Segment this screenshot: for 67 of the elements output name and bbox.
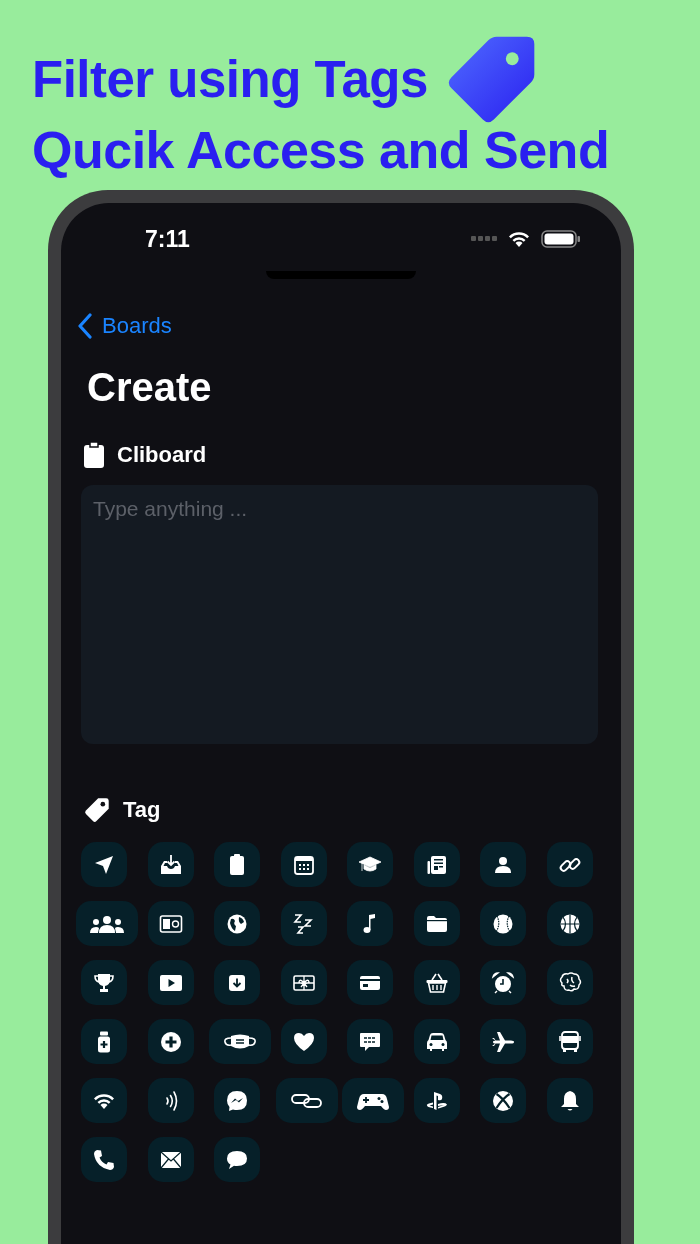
tag-option-button[interactable] — [480, 1078, 526, 1123]
tag-option-button[interactable] — [147, 901, 194, 946]
sleep-icon — [291, 911, 316, 936]
signal-icon — [471, 236, 497, 242]
tag-option-button[interactable] — [413, 842, 460, 887]
tag-option-button[interactable] — [81, 1019, 127, 1064]
tag-option-button[interactable] — [413, 901, 460, 946]
tag-option-button[interactable] — [546, 960, 593, 1005]
tag-option-button[interactable] — [147, 1019, 194, 1064]
brain-icon — [557, 970, 582, 995]
tag-option-button[interactable] — [214, 1137, 260, 1182]
tag-option-button[interactable] — [81, 960, 127, 1005]
tag-option-button[interactable] — [147, 1078, 194, 1123]
chevron-left-icon — [76, 313, 94, 339]
tag-option-button[interactable] — [413, 960, 460, 1005]
tag-option-button[interactable] — [546, 1019, 593, 1064]
phone-icon — [92, 1147, 116, 1172]
plus-circle-icon — [158, 1029, 183, 1054]
tag-option-button[interactable] — [413, 1019, 460, 1064]
tag-option-button[interactable] — [214, 960, 260, 1005]
bus-icon — [557, 1029, 582, 1054]
tag-option-button[interactable] — [546, 1078, 593, 1123]
tag-option-button[interactable] — [147, 842, 194, 887]
tag-option-button[interactable] — [347, 901, 393, 946]
text-field[interactable]: Type anything ... — [81, 485, 598, 744]
alarm-clock-icon — [491, 970, 515, 995]
tag-option-button[interactable] — [280, 842, 327, 887]
tag-option-button[interactable] — [480, 901, 526, 946]
tag-option-button[interactable] — [81, 842, 127, 887]
tag-option-button[interactable] — [214, 901, 260, 946]
tag-option-button[interactable] — [546, 901, 593, 946]
headline: Filter using Tags — [32, 49, 428, 109]
tag-icon — [83, 796, 111, 824]
x-sphere-icon — [491, 1088, 515, 1113]
page-title: Create — [87, 364, 213, 411]
tag-option-button[interactable] — [209, 1019, 271, 1064]
tag-option-button[interactable] — [214, 1078, 260, 1123]
inbox-download-icon — [158, 852, 183, 877]
tag-option-button[interactable] — [480, 1019, 526, 1064]
tag-option-button[interactable] — [81, 1137, 127, 1182]
tag-option-button[interactable] — [147, 1137, 194, 1182]
tag-option-button[interactable] — [280, 1019, 327, 1064]
status-time: 7:11 — [145, 225, 190, 253]
tag-option-button[interactable] — [347, 960, 393, 1005]
tag-option-button[interactable] — [214, 842, 260, 887]
tag-option-button[interactable] — [147, 960, 194, 1005]
battery-icon — [541, 229, 581, 249]
tag-option-button[interactable] — [480, 960, 526, 1005]
tag-option-button[interactable] — [413, 1078, 460, 1123]
wifi-icon — [507, 230, 531, 248]
headline: Qucik Access and Send — [32, 120, 611, 180]
tag-option-button[interactable] — [275, 1078, 338, 1123]
tag-option-button[interactable] — [347, 842, 393, 887]
tag-option-button[interactable] — [347, 1019, 393, 1064]
tag-option-button[interactable] — [76, 901, 138, 946]
tag-option-button[interactable] — [81, 1078, 127, 1123]
tag-option-button[interactable] — [280, 901, 327, 946]
chat-bolt-icon — [225, 1088, 249, 1113]
back-button[interactable]: Boards — [76, 311, 172, 341]
tag-option-button[interactable] — [480, 842, 526, 887]
tag-option-button[interactable] — [342, 1078, 404, 1123]
tag-option-button[interactable] — [280, 960, 327, 1005]
section-label: Tag — [123, 797, 161, 823]
clipboard-icon — [83, 441, 105, 469]
section-label: Cliboard — [117, 442, 207, 468]
airplane-icon — [491, 1029, 515, 1054]
tag-option-button[interactable] — [546, 842, 593, 887]
